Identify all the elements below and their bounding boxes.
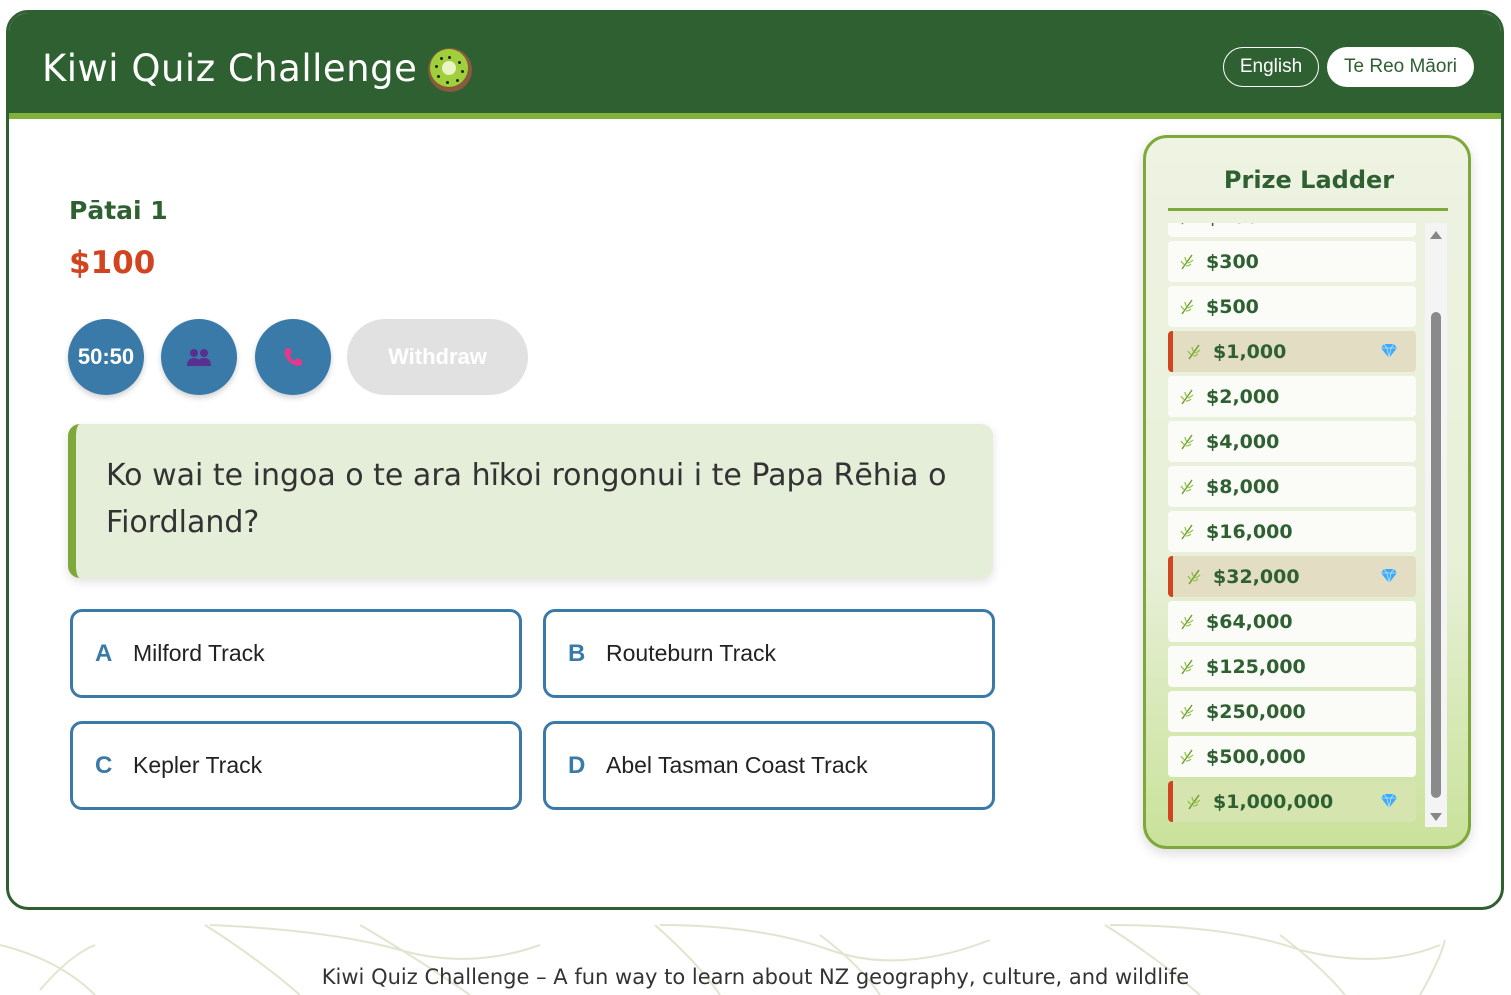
fern-icon (1180, 254, 1206, 270)
prize-amount: $250,000 (1206, 700, 1306, 723)
fern-icon (1180, 524, 1206, 540)
fern-icon (1187, 794, 1213, 810)
scroll-down-arrow-icon[interactable] (1430, 813, 1442, 821)
language-maori-button[interactable]: Te Reo Māori (1327, 47, 1474, 87)
prize-amount: $32,000 (1213, 565, 1300, 588)
divider (1168, 208, 1448, 211)
scroll-up-arrow-icon[interactable] (1430, 231, 1442, 239)
ask-audience-lifeline-button[interactable] (161, 319, 237, 395)
phone-icon (284, 348, 302, 366)
prize-amount: $200 (1206, 223, 1259, 228)
prize-amount: $1,000,000 (1213, 790, 1334, 813)
prize-ladder-item: $300 (1168, 241, 1416, 282)
answer-option-b[interactable]: B Routeburn Track (543, 609, 995, 698)
answer-text: Abel Tasman Coast Track (606, 752, 868, 778)
prize-ladder-item: $4,000 (1168, 421, 1416, 462)
question-number: Pātai 1 (69, 196, 168, 225)
prize-amount: $16,000 (1206, 520, 1293, 543)
prize-ladder-milestone-item: $1,000,000 (1168, 781, 1416, 822)
withdraw-button[interactable]: Withdraw (347, 319, 528, 395)
prize-ladder-item: $64,000 (1168, 601, 1416, 642)
prize-amount: $64,000 (1206, 610, 1293, 633)
prize-ladder-item: $500,000 (1168, 736, 1416, 777)
app-header: Kiwi Quiz Challenge English Te Reo Māori (9, 13, 1501, 119)
fern-icon (1187, 344, 1213, 360)
fern-icon (1180, 659, 1206, 675)
prize-ladder-item: $200 (1168, 223, 1416, 237)
prize-ladder-title: Prize Ladder (1223, 166, 1395, 194)
prize-amount: $125,000 (1206, 655, 1306, 678)
question-card: Ko wai te ingoa o te ara hīkoi rongonui … (68, 424, 993, 578)
prize-ladder-list[interactable]: $200 $300 $500 $1,000 $2,000 $4,000 $8,000 $16,… (1168, 223, 1418, 827)
prize-ladder-milestone-item: $32,000 (1168, 556, 1416, 597)
phone-a-friend-lifeline-button[interactable] (255, 319, 331, 395)
prize-amount: $8,000 (1206, 475, 1280, 498)
audience-icon (187, 349, 211, 366)
fifty-fifty-lifeline-button[interactable]: 50:50 (68, 319, 144, 395)
question-text: Ko wai te ingoa o te ara hīkoi rongonui … (106, 458, 947, 540)
answer-option-a[interactable]: A Milford Track (70, 609, 522, 698)
prize-ladder-scrollbar[interactable] (1425, 223, 1447, 827)
answer-letter: B (568, 639, 586, 667)
answer-option-c[interactable]: C Kepler Track (70, 721, 522, 810)
prize-ladder-item: $2,000 (1168, 376, 1416, 417)
answer-text: Kepler Track (133, 752, 263, 778)
fern-icon (1180, 479, 1206, 495)
language-english-button[interactable]: English (1223, 47, 1319, 87)
prize-ladder-item: $125,000 (1168, 646, 1416, 687)
prize-ladder-item: $500 (1168, 286, 1416, 327)
answer-text: Routeburn Track (606, 640, 777, 666)
answer-letter: D (568, 751, 586, 779)
answer-letter: A (95, 639, 113, 667)
answer-text: Milford Track (133, 640, 265, 666)
fern-icon (1180, 299, 1206, 315)
fern-icon (1180, 749, 1206, 765)
fern-icon (1180, 389, 1206, 405)
footer-text: Kiwi Quiz Challenge – A fun way to learn… (321, 965, 1190, 989)
answer-option-d[interactable]: D Abel Tasman Coast Track (543, 721, 995, 810)
prize-amount: $1,000 (1213, 340, 1287, 363)
prize-amount: $2,000 (1206, 385, 1280, 408)
fern-icon (1180, 614, 1206, 630)
fern-icon (1180, 434, 1206, 450)
fern-icon (1180, 223, 1206, 225)
prize-amount: $300 (1206, 250, 1259, 273)
answer-letter: C (95, 751, 113, 779)
question-prize-value: $100 (69, 245, 156, 281)
quiz-app-window: Kiwi Quiz Challenge English Te Reo Māori… (6, 10, 1504, 910)
prize-ladder-item: $16,000 (1168, 511, 1416, 552)
scrollbar-thumb[interactable] (1431, 312, 1441, 798)
app-title: Kiwi Quiz Challenge (42, 47, 418, 90)
prize-ladder-panel: Prize Ladder $200 $300 $500 $1,000 $2,000 $4,… (1143, 135, 1471, 849)
fern-icon (1180, 704, 1206, 720)
prize-amount: $4,000 (1206, 430, 1280, 453)
prize-amount: $500 (1206, 295, 1259, 318)
prize-ladder-item: $8,000 (1168, 466, 1416, 507)
fern-icon (1187, 569, 1213, 585)
prize-ladder-milestone-item: $1,000 (1168, 331, 1416, 372)
kiwi-fruit-icon (428, 48, 472, 92)
prize-amount: $500,000 (1206, 745, 1306, 768)
prize-ladder-item: $250,000 (1168, 691, 1416, 732)
